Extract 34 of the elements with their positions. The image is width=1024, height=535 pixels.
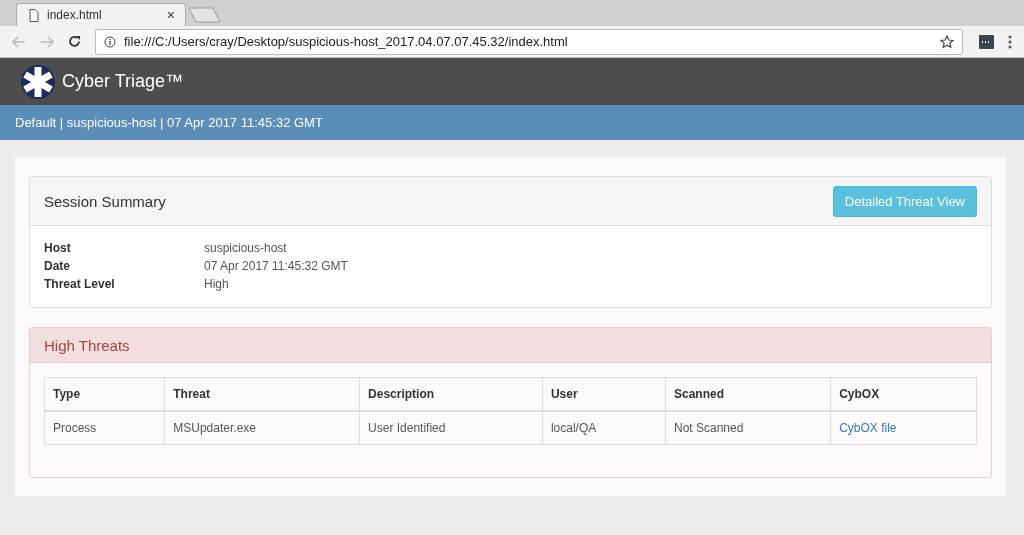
field-value: suspicious-host [204, 240, 287, 257]
close-tab-button[interactable]: × [166, 7, 175, 23]
table-cell: Process [44, 411, 165, 445]
document-icon [29, 8, 39, 22]
panel-title: High Threats [44, 336, 130, 354]
column-header: CybOX [830, 377, 977, 411]
browser-tab[interactable]: index.html × [16, 3, 186, 26]
extension-icon[interactable] [979, 34, 994, 49]
menu-icon[interactable] [1008, 34, 1012, 49]
table-cell: User Identified [359, 411, 543, 445]
column-header: Description [359, 377, 543, 411]
info-icon [104, 35, 116, 48]
field-label: Date [44, 258, 71, 275]
logo-icon [20, 63, 56, 100]
field-value: High [204, 276, 229, 293]
brand-title: Cyber Triage™ [62, 71, 184, 92]
cybox-link[interactable]: CybOX file [839, 421, 897, 435]
panel-title: Session Summary [44, 192, 166, 210]
field-value: 07 Apr 2017 11:45:32 GMT [204, 258, 348, 275]
star-icon[interactable] [940, 34, 954, 49]
column-header: Type [44, 377, 165, 411]
table-cell: MSUpdater.exe [164, 411, 360, 445]
reload-icon[interactable] [68, 35, 81, 48]
column-header: User [542, 377, 666, 411]
table-cell: Not Scanned [665, 411, 831, 445]
address-bar[interactable]: file:///C:/Users/cray/Desktop/suspicious-host_2017.04.07.07.45.32/index.html [95, 28, 963, 55]
field-label: Host [44, 240, 72, 257]
column-header: Scanned [665, 377, 831, 411]
context-bar: Default | suspicious-host | 07 Apr 2017 11:45:32 GMT [0, 105, 1024, 140]
field-label: Threat Level [44, 276, 116, 293]
tab-title: index.html [47, 8, 103, 22]
column-header: Threat [164, 377, 360, 411]
url-text: file:///C:/Users/cray/Desktop/suspicious-host_2017.04.07.07.45.32/index.html [124, 34, 569, 49]
table-cell: local/QA [542, 411, 666, 445]
